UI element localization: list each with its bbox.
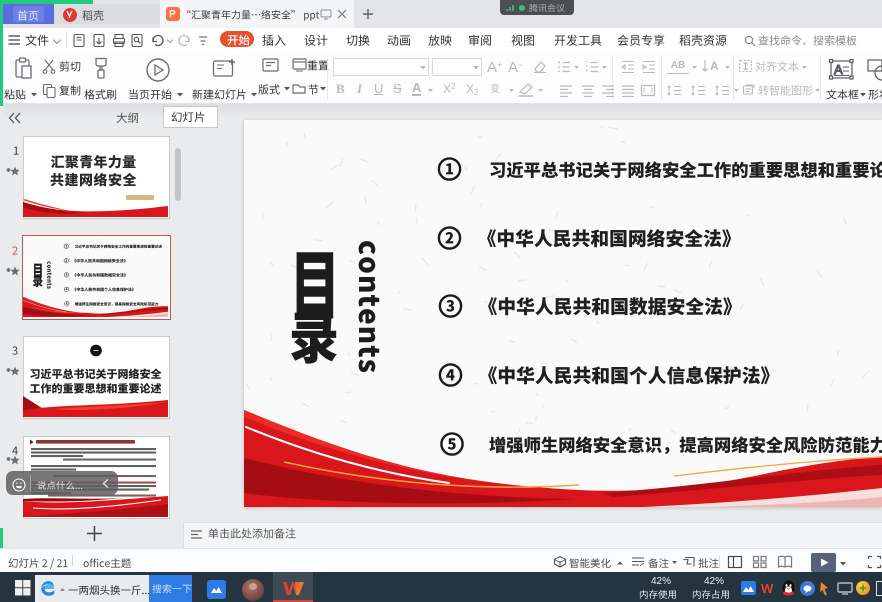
svg-text:A: A xyxy=(834,62,843,77)
svg-text:A: A xyxy=(710,59,719,73)
